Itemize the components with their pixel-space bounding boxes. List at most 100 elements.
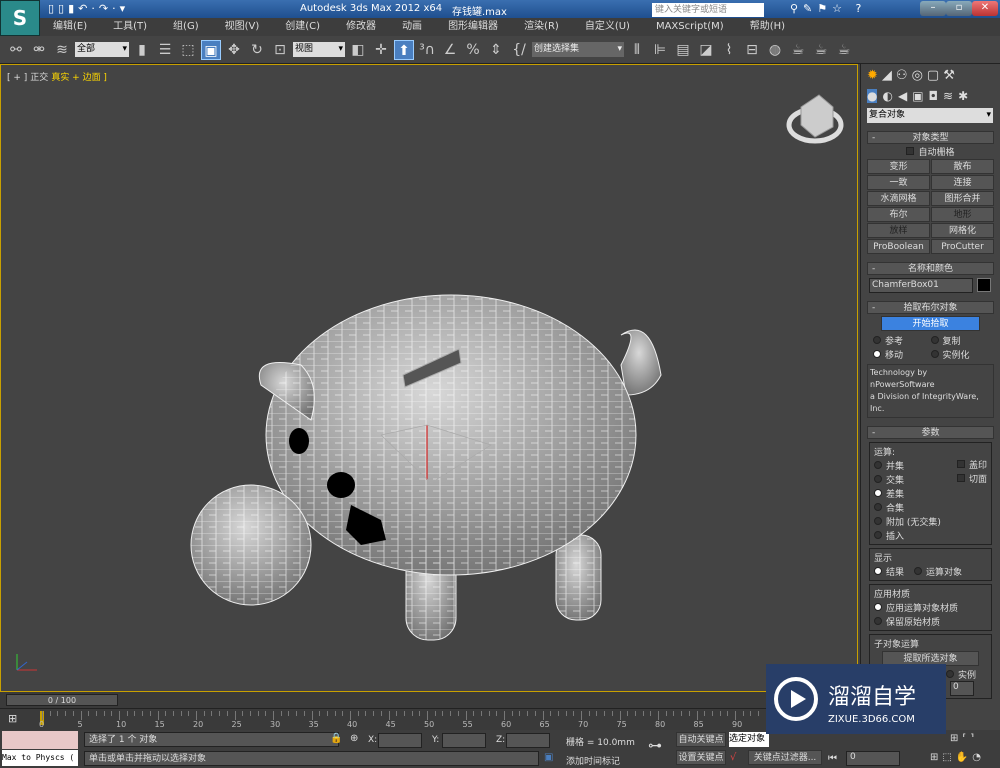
viewport-label[interactable]: [ + ] 正交 真实 + 边面 ] [7,70,110,83]
intersection-radio[interactable]: 交集 [874,472,941,486]
time-slider[interactable]: 0 / 100 [0,692,858,708]
time-tag-icon[interactable]: ▣ [544,752,553,763]
key-icon[interactable]: ⊶ [648,738,662,754]
absolute-mode-icon[interactable]: ⊕ [350,733,358,744]
spinner-snap-icon[interactable]: ⇕ [486,40,506,60]
lock-icon[interactable]: 🔒 [330,733,342,744]
proboolean-button[interactable]: ProBoolean [867,239,930,254]
lights-icon[interactable]: ◀ [898,89,907,103]
quick-access-toolbar[interactable]: ▯▯▮↶·↷·▾ [48,2,129,15]
key-mode-dropdown[interactable]: 选定对象 [729,732,769,747]
viewport-shading-label[interactable]: 真实 + 边面 ] [51,73,107,83]
reference-coord-dropdown[interactable]: 视图 [293,42,345,57]
maxscript-input[interactable]: Max to Physcs ( [2,750,78,766]
viewport-front[interactable]: [ + ] 正交 真实 + 边面 ] [0,64,858,692]
select-by-name-icon[interactable]: ☰ [155,40,175,60]
create-tab-icon[interactable]: ✹ [867,68,878,83]
selection-filter-dropdown[interactable]: 全部 [75,42,129,57]
render-setup-icon[interactable]: ☕ [788,40,808,60]
mesher-button[interactable]: 网格化 [931,223,994,238]
snap-toggle-icon[interactable]: ³∩ [417,40,437,60]
menu-rendering[interactable]: 渲染(R) [511,18,572,36]
pivot-center-icon[interactable]: ◧ [348,40,368,60]
instance-radio[interactable]: 实例化 [930,347,989,361]
imprint-checkbox[interactable]: 盖印 [956,457,987,471]
scale-icon[interactable]: ⊡ [270,40,290,60]
maximize-button[interactable]: ▫ [946,1,972,16]
union-radio[interactable]: 并集 [874,458,941,472]
mini-curve-editor-icon[interactable]: ⊞ [8,712,17,725]
result-radio[interactable]: 结果 [874,564,904,578]
render-icon[interactable]: ☕ [834,40,854,60]
layer-manager-icon[interactable]: ▤ [673,40,693,60]
infocenter-icons[interactable]: ⚲✎⚑☆ ? [790,2,866,15]
subtraction-radio[interactable]: 差集 [874,486,941,500]
rollout-pick-boolean[interactable]: 拾取布尔对象 [867,301,994,314]
current-frame-input[interactable]: 0 [846,751,900,766]
keyboard-shortcut-override-icon[interactable]: ⬆ [394,39,414,60]
retain-original-material-radio[interactable]: 保留原始材质 [874,614,987,628]
systems-icon[interactable]: ✱ [958,89,968,103]
key-mode-toggle-icon[interactable]: ⏮ [828,753,837,764]
curve-editor-icon[interactable]: ⌇ [719,40,739,60]
menu-edit[interactable]: 编辑(E) [40,18,100,36]
copy-radio[interactable]: 复制 [930,333,989,347]
bind-spacewarp-icon[interactable]: ≋ [52,40,72,60]
timeline-ruler[interactable]: ⊞ 0 5 10 15 20 25 30 35 40 45 50 55 60 65 70 75 80 85 90 [0,708,858,730]
shapemerge-button[interactable]: 图形合并 [931,191,994,206]
loft-button[interactable]: 放样 [867,223,930,238]
rect-selection-icon[interactable]: ⬚ [178,40,198,60]
conform-button[interactable]: 一致 [867,175,930,190]
menu-animation[interactable]: 动画 [389,18,435,36]
material-editor-icon[interactable]: ◍ [765,40,785,60]
menu-views[interactable]: 视图(V) [212,18,273,36]
connect-button[interactable]: 连接 [931,175,994,190]
menu-modifiers[interactable]: 修改器 [333,18,389,36]
scatter-button[interactable]: 散布 [931,159,994,174]
named-selection-dropdown[interactable]: 创建选择集 [532,42,624,57]
viewport-menu-label[interactable]: [ + ] [7,73,27,83]
start-pick-button[interactable]: 开始拾取 [881,316,980,331]
time-slider-thumb[interactable]: 0 / 100 [6,694,118,706]
display-tab-icon[interactable]: ▢ [927,68,939,83]
close-button[interactable]: ✕ [972,1,998,16]
motion-tab-icon[interactable]: ◎ [912,68,923,83]
unlink-icon[interactable]: ⚮ [29,40,49,60]
set-key-button[interactable]: 设置关键点 [676,750,726,765]
angle-snap-icon[interactable]: ∠ [440,40,460,60]
move-radio[interactable]: 移动 [873,347,931,361]
procutter-button[interactable]: ProCutter [931,239,994,254]
menu-tools[interactable]: 工具(T) [100,18,160,36]
graphite-toolbar-icon[interactable]: ◪ [696,40,716,60]
percent-snap-icon[interactable]: % [463,40,483,60]
object-name-input[interactable]: ChamferBox01 [869,278,973,293]
object-color-swatch[interactable] [977,278,991,292]
instance-extract-radio[interactable]: 实例 [946,667,976,681]
helpers-icon[interactable]: ◘ [929,89,939,103]
x-coordinate-input[interactable] [378,733,422,748]
hierarchy-tab-icon[interactable]: ⚇ [896,68,908,83]
menu-maxscript[interactable]: MAXScript(M) [643,18,737,36]
spacewarps-icon[interactable]: ≋ [943,89,953,103]
rotate-icon[interactable]: ↻ [247,40,267,60]
blobmesh-button[interactable]: 水滴网格 [867,191,930,206]
select-object-icon[interactable]: ▮ [132,40,152,60]
window-crossing-icon[interactable]: ▣ [201,39,221,60]
add-time-tag[interactable]: 添加时间标记 [566,754,620,767]
insert-radio[interactable]: 插入 [874,528,941,542]
select-manipulate-icon[interactable]: ✛ [371,40,391,60]
align-icon[interactable]: ⊫ [650,40,670,60]
rollout-name-color[interactable]: 名称和颜色 [867,262,994,275]
piggy-bank-model[interactable] [181,245,681,645]
utilities-tab-icon[interactable]: ⚒ [943,68,955,83]
viewport-nav-icons[interactable]: ⊞⬚✋◔ [930,752,985,763]
value-spinner[interactable]: 0 [950,681,974,696]
menu-customize[interactable]: 自定义(U) [572,18,643,36]
rollout-parameters[interactable]: 参数 [867,426,994,439]
menu-group[interactable]: 组(G) [160,18,212,36]
viewcube-icon[interactable] [781,87,851,147]
shapes-icon[interactable]: ◐ [882,89,892,103]
attach-radio[interactable]: 附加 (无交集) [874,514,941,528]
apply-operand-material-radio[interactable]: 应用运算对象材质 [874,600,987,614]
cameras-icon[interactable]: ▣ [912,89,923,103]
